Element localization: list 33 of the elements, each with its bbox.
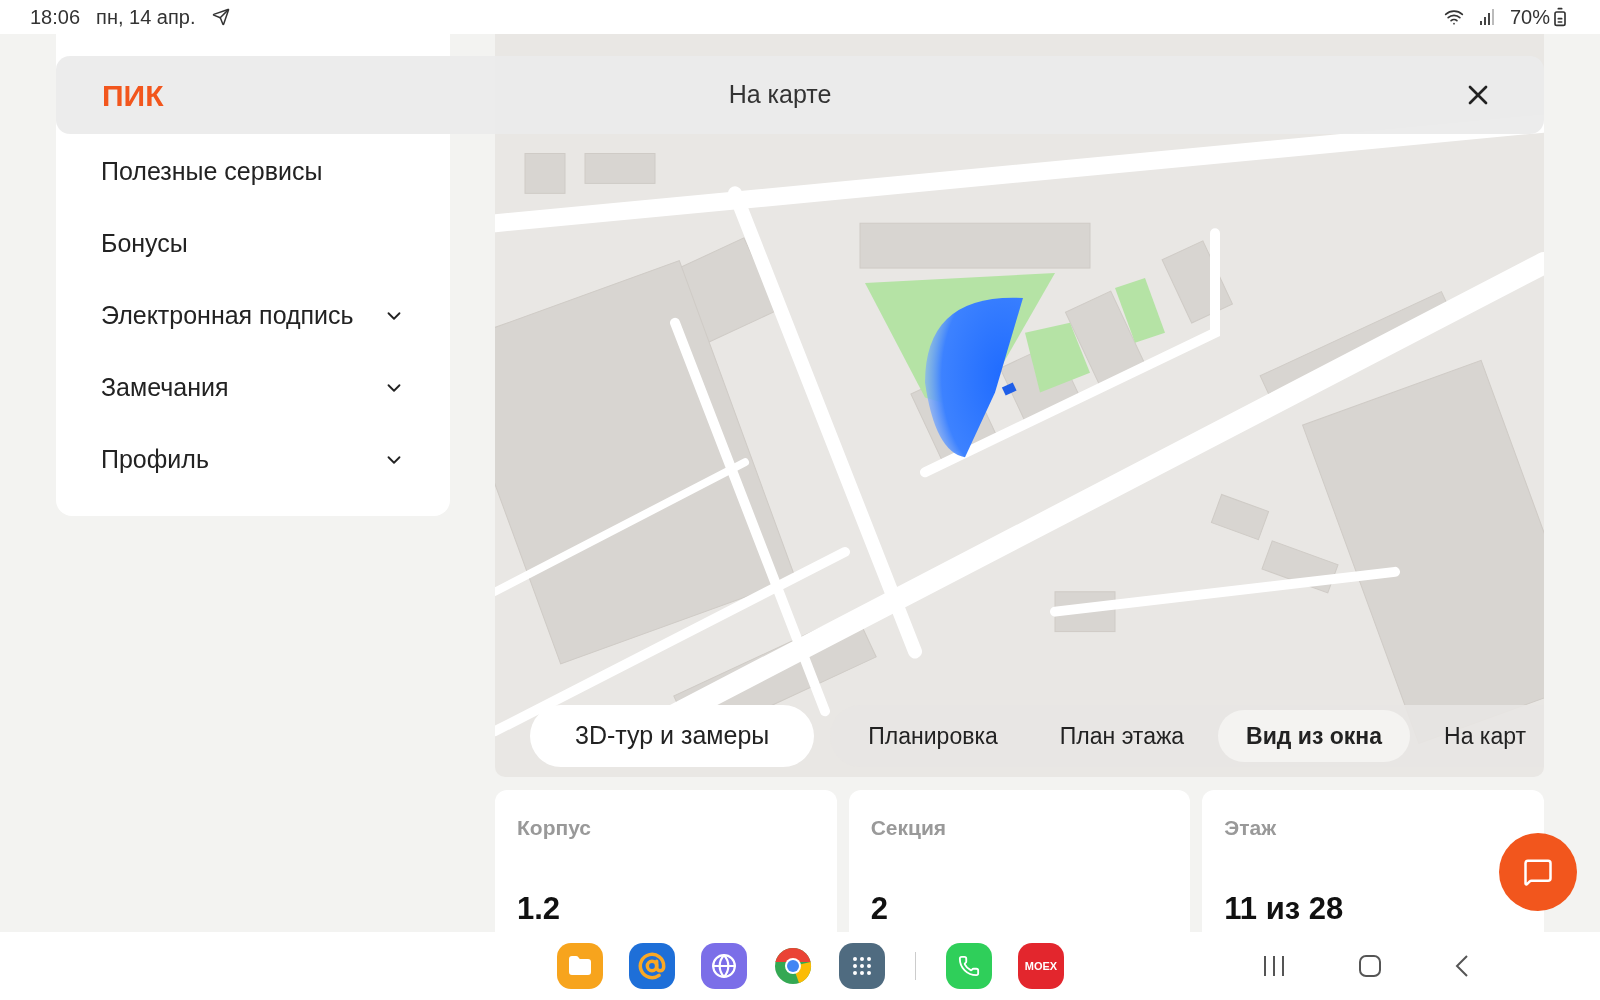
sidebar-item[interactable]: Бонусы [101,208,405,280]
app-grid-icon[interactable] [839,943,885,989]
sidebar-item[interactable]: Полезные сервисы [101,136,405,208]
sidebar-item[interactable]: Профиль [101,424,405,496]
battery-percent-text: 70% [1509,5,1550,30]
view-tab[interactable]: Вид из окна [1218,710,1411,762]
view-tab[interactable]: План этажа [1031,710,1213,762]
logo: ПИК [102,77,165,114]
info-value: 1.2 [517,889,562,928]
clock-text: 18:06 [30,5,81,30]
at-sign-icon[interactable] [629,943,675,989]
info-value: 11 из 28 [1224,889,1345,928]
header-title: На карте [727,79,833,111]
back-icon[interactable] [1454,954,1470,978]
view-tab[interactable]: На карт [1416,710,1544,762]
info-value: 2 [870,889,889,928]
browser-icon[interactable] [773,946,813,986]
date-text: пн, 14 апр. [96,5,196,30]
signal-icon [1479,9,1494,25]
tour-button[interactable]: 3D-тур и замеры [530,705,815,767]
paper-plane-icon [211,8,230,26]
home-icon[interactable] [1358,954,1382,978]
chat-bubble-icon [1523,857,1553,887]
info-label: Этаж [1224,815,1278,841]
info-label: Секция [870,815,948,841]
wifi-icon [1443,7,1464,27]
sidebar-item[interactable]: Электронная подпись [101,280,405,352]
info-label: Корпус [517,815,592,841]
sidebar-item[interactable]: Замечания [101,352,405,424]
recent-apps-icon[interactable] [1262,955,1286,977]
planet-icon[interactable] [701,943,747,989]
view-tab[interactable]: Планировка [840,710,1026,762]
moex-app-button[interactable]: MOEX [1018,943,1064,989]
